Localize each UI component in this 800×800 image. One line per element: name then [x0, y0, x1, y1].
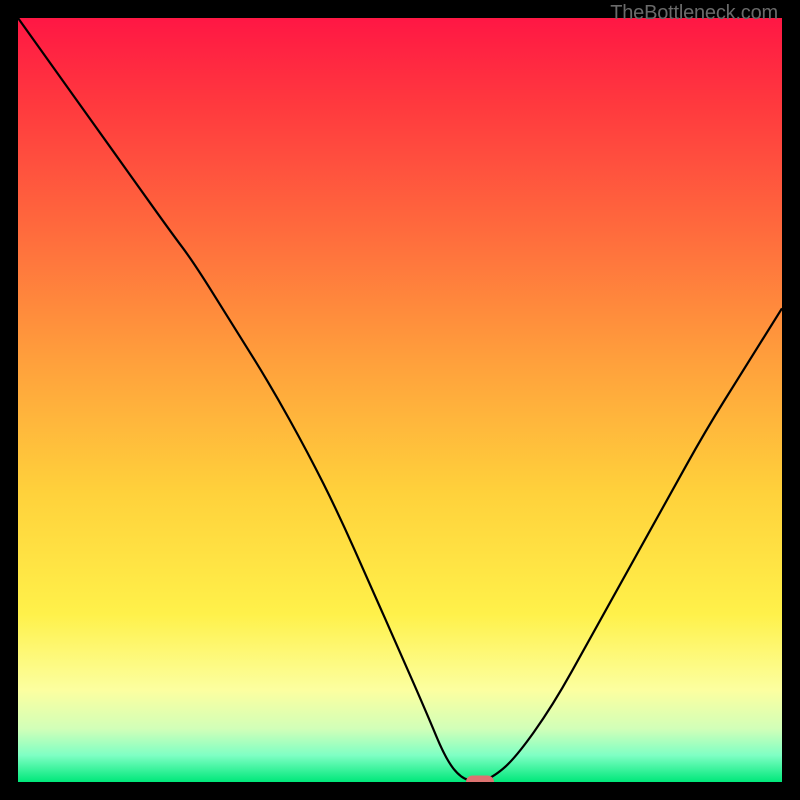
curve-svg	[18, 18, 782, 782]
plot-area	[18, 18, 782, 782]
bottleneck-curve	[18, 18, 782, 781]
watermark-text: TheBottleneck.com	[610, 2, 778, 25]
chart-container: TheBottleneck.com	[0, 0, 800, 800]
bottleneck-marker	[466, 776, 494, 783]
